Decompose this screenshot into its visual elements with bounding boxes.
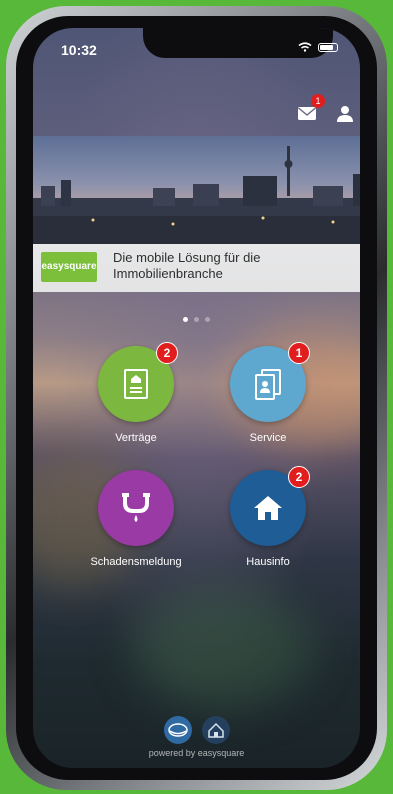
tile-circle: 1 bbox=[230, 342, 310, 422]
messages-button[interactable]: 1 bbox=[295, 94, 325, 124]
home-logo-icon[interactable] bbox=[201, 716, 230, 744]
contract-document-icon bbox=[124, 369, 148, 399]
pagination-dot[interactable] bbox=[194, 317, 199, 322]
tile-circle bbox=[98, 470, 174, 546]
globe-logo-icon bbox=[167, 723, 188, 737]
service-documents-icon bbox=[255, 369, 281, 400]
pipe-leak-icon bbox=[122, 493, 150, 522]
tile-label: Hausinfo bbox=[246, 556, 290, 568]
profile-button[interactable] bbox=[335, 100, 355, 124]
carousel-pagination bbox=[33, 309, 360, 327]
tile-circle: 2 bbox=[98, 342, 178, 422]
notification-badge: 2 bbox=[156, 342, 178, 364]
tile-service[interactable]: 1 Service bbox=[208, 342, 328, 444]
tile-schadensmeldung[interactable]: Schadensmeldung bbox=[76, 470, 196, 568]
status-icons bbox=[298, 42, 338, 52]
status-time: 10:32 bbox=[61, 42, 97, 58]
notification-badge: 2 bbox=[288, 466, 310, 488]
app-header: 1 bbox=[33, 94, 360, 130]
easysquare-logo: easysquare bbox=[41, 252, 97, 282]
pagination-dot[interactable] bbox=[183, 317, 188, 322]
tile-circle: 2 bbox=[230, 466, 310, 546]
wifi-icon bbox=[298, 42, 312, 52]
mail-badge: 1 bbox=[311, 94, 325, 108]
tile-hausinfo[interactable]: 2 Hausinfo bbox=[208, 466, 328, 568]
user-icon bbox=[337, 106, 353, 122]
footer: powered by easysquare bbox=[33, 716, 360, 758]
powered-by-text: powered by easysquare bbox=[148, 748, 245, 758]
footer-icons bbox=[33, 716, 360, 744]
tile-label: Service bbox=[249, 432, 287, 444]
city-skyline-image bbox=[33, 146, 360, 244]
app-screen: 10:32 1 easysquare Die mobile Lösung für… bbox=[33, 28, 360, 768]
battery-icon bbox=[318, 42, 338, 52]
notification-badge: 1 bbox=[288, 342, 310, 364]
house-icon bbox=[254, 496, 282, 520]
mail-icon bbox=[298, 107, 316, 120]
partner-logo-icon[interactable] bbox=[163, 716, 192, 744]
banner-tagline: Die mobile Lösung für die Immobilienbran… bbox=[113, 250, 261, 281]
background-blur bbox=[133, 588, 313, 708]
house-outline-icon bbox=[207, 722, 224, 738]
tile-vertraege[interactable]: 2 Verträge bbox=[76, 342, 196, 444]
banner-caption: easysquare Die mobile Lösung für die Imm… bbox=[33, 244, 360, 292]
banner-carousel[interactable]: easysquare Die mobile Lösung für die Imm… bbox=[33, 136, 360, 292]
tile-label: Schadensmeldung bbox=[90, 556, 182, 568]
pagination-dot[interactable] bbox=[205, 317, 210, 322]
tile-label: Verträge bbox=[115, 432, 157, 444]
